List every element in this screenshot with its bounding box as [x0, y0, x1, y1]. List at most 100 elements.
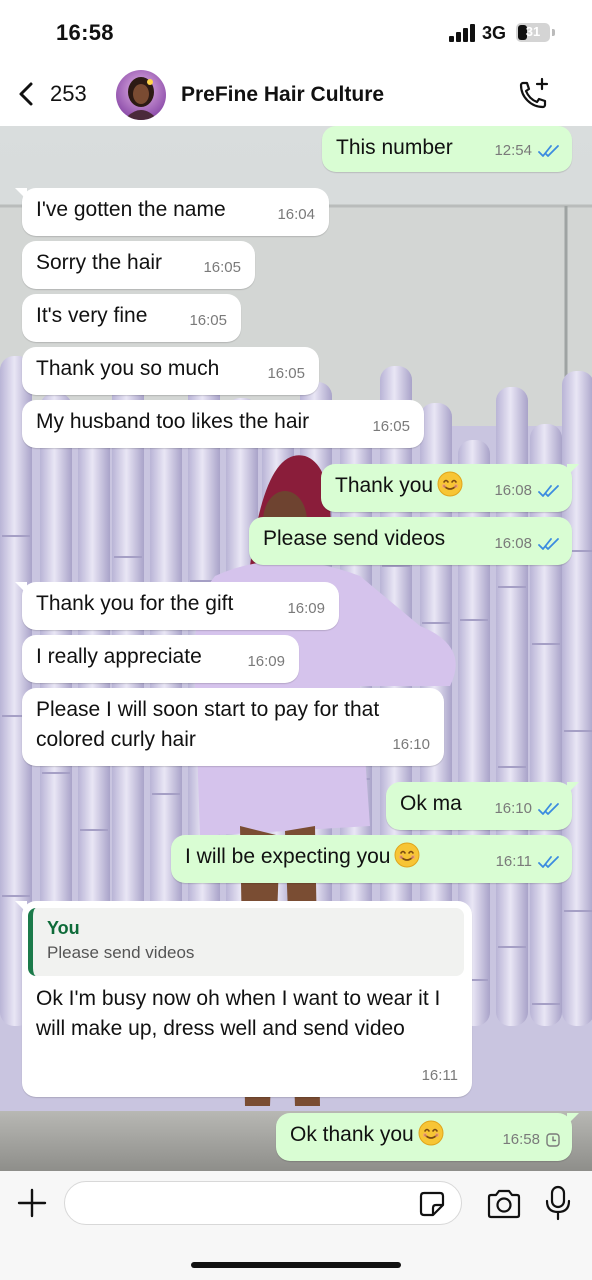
microphone-icon[interactable] — [544, 1185, 572, 1221]
message-input[interactable] — [64, 1181, 462, 1225]
back-button[interactable]: 253 — [12, 74, 87, 114]
message-timestamp: 16:11 — [421, 1067, 458, 1084]
message-time: 16:11 — [496, 847, 560, 877]
message-timestamp: 16:09 — [287, 600, 325, 617]
message-timestamp: 16:05 — [203, 259, 241, 276]
message-time: 16:05 — [267, 359, 305, 389]
incoming-message[interactable]: Sorry the hair 16:05 — [22, 241, 255, 289]
incoming-message[interactable]: I really appreciate 16:09 — [22, 635, 299, 683]
composer-bar — [0, 1171, 592, 1280]
message-timestamp: 16:05 — [189, 312, 227, 329]
avatar-image — [116, 70, 166, 120]
double-check-icon — [538, 485, 559, 497]
quoted-text: Please send videos — [47, 943, 195, 962]
quoted-message[interactable]: You Please send videos — [28, 908, 464, 976]
network-type: 3G — [482, 23, 507, 43]
message-timestamp: 16:58 — [502, 1131, 540, 1148]
message-body: Please I will soon start to pay for that… — [36, 695, 430, 755]
message-text: I really appreciate — [36, 645, 202, 668]
message-body: I've gotten the name — [36, 195, 315, 225]
message-timestamp: 12:54 — [494, 142, 532, 159]
wallpaper-pole — [530, 424, 562, 1026]
incoming-message[interactable]: I've gotten the name 16:04 — [15, 188, 329, 236]
message-text: Ok I'm busy now oh when I want to wear i… — [36, 987, 441, 1040]
message-timestamp: 16:08 — [494, 535, 532, 552]
outgoing-message[interactable]: Ok thank you 16:58 — [276, 1113, 579, 1161]
message-text: Thank you — [335, 474, 434, 497]
message-timestamp: 16:05 — [267, 365, 305, 382]
message-time: 16:58 — [502, 1125, 560, 1155]
unread-count: 253 — [50, 81, 87, 106]
outgoing-message[interactable]: Ok ma 16:10 — [386, 782, 579, 830]
outgoing-message[interactable]: Thank you 16:08 — [321, 464, 579, 512]
message-text: Please I will soon start to pay for that… — [36, 698, 380, 751]
outgoing-message[interactable]: This number 12:54 — [322, 126, 572, 172]
smiling-face-icon — [418, 1120, 444, 1146]
message-time: 12:54 — [494, 136, 560, 166]
camera-icon[interactable] — [486, 1188, 522, 1220]
message-timestamp: 16:04 — [277, 206, 315, 223]
message-time: 16:08 — [494, 529, 560, 559]
contact-name[interactable]: PreFine Hair Culture — [181, 83, 384, 107]
message-time: 16:05 — [189, 306, 227, 336]
chevron-left-icon — [19, 82, 33, 106]
message-timestamp: 16:09 — [247, 653, 285, 670]
pending-clock-icon — [546, 1133, 560, 1147]
message-timestamp: 16:08 — [494, 482, 532, 499]
message-timestamp: 16:10 — [494, 800, 532, 817]
double-check-icon — [538, 145, 559, 157]
double-check-icon — [538, 803, 559, 815]
incoming-message[interactable]: Thank you so much 16:05 — [22, 347, 319, 395]
message-time: 16:10 — [392, 730, 430, 760]
message-time: 16:04 — [277, 200, 315, 230]
battery-nub — [552, 29, 555, 36]
incoming-message[interactable]: Please I will soon start to pay for that… — [22, 688, 444, 766]
incoming-message[interactable]: You Please send videos Ok I'm busy now oh … — [15, 901, 472, 1097]
message-timestamp: 16:11 — [495, 853, 532, 870]
double-check-icon — [538, 538, 559, 550]
double-check-icon — [538, 856, 559, 868]
chat-header: 253 PreFine Hair Culture — [0, 62, 592, 126]
smiling-face-icon — [437, 471, 463, 497]
message-body: My husband too likes the hair — [36, 407, 410, 437]
quoted-author: You — [47, 918, 80, 938]
message-text: Thank you so much — [36, 357, 220, 380]
incoming-message[interactable]: My husband too likes the hair 16:05 — [22, 400, 424, 448]
message-body: Thank you for the gift — [36, 589, 325, 619]
message-text: Ok thank you — [290, 1123, 414, 1146]
message-time: 16:05 — [372, 412, 410, 442]
message-body: Thank you so much — [36, 354, 305, 384]
smiling-face-icon — [394, 842, 420, 868]
message-time: 16:09 — [287, 594, 325, 624]
phone-add-icon[interactable] — [514, 76, 552, 114]
outgoing-message[interactable]: I will be expecting you 16:11 — [171, 835, 572, 883]
incoming-message[interactable]: It's very fine 16:05 — [22, 294, 241, 342]
message-text: I've gotten the name — [36, 198, 226, 221]
home-indicator[interactable] — [191, 1262, 401, 1268]
message-time: 16:08 — [494, 476, 560, 506]
message-timestamp: 16:05 — [372, 418, 410, 435]
status-time: 16:58 — [56, 20, 114, 45]
message-text: Sorry the hair — [36, 251, 163, 274]
message-text: Please send videos — [263, 527, 446, 550]
plus-icon[interactable] — [16, 1187, 48, 1219]
message-time: 16:05 — [203, 253, 241, 283]
battery-icon: 31 — [516, 23, 550, 42]
chat-area[interactable]: This number 12:54 I've gotten the name 16:0… — [0, 126, 592, 1171]
message-time: 16:09 — [247, 647, 285, 677]
message-text: It's very fine — [36, 304, 148, 327]
message-time: 16:11 — [422, 1061, 458, 1091]
message-body: Ok I'm busy now oh when I want to wear i… — [36, 984, 458, 1044]
message-text: This number — [336, 136, 453, 159]
message-text: Ok ma — [400, 792, 462, 815]
message-text: My husband too likes the hair — [36, 410, 310, 433]
message-time: 16:10 — [494, 794, 560, 824]
message-text: I will be expecting you — [185, 845, 391, 868]
message-timestamp: 16:10 — [392, 736, 430, 753]
outgoing-message[interactable]: Please send videos 16:08 — [249, 517, 572, 565]
sticker-icon[interactable] — [418, 1190, 446, 1218]
avatar[interactable] — [116, 70, 166, 120]
status-bar: 16:58 3G 31 — [0, 0, 592, 62]
incoming-message[interactable]: Thank you for the gift 16:09 — [15, 582, 339, 630]
message-text: Thank you for the gift — [36, 592, 234, 615]
